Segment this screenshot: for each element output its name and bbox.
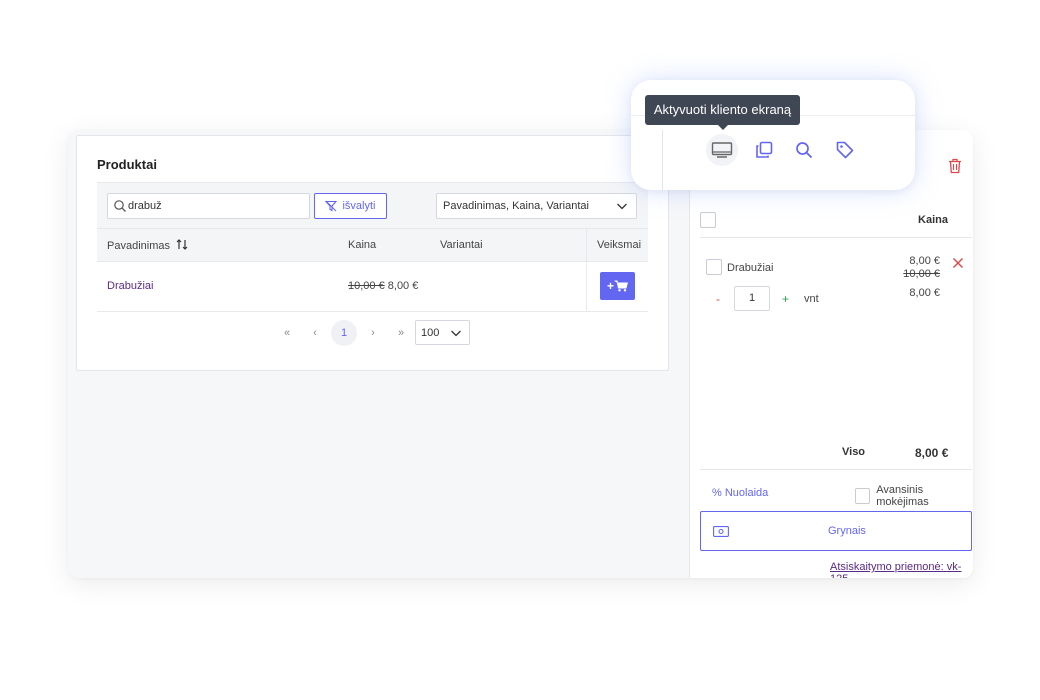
- chevron-down-icon: [617, 203, 627, 210]
- total-value: 8,00 €: [915, 446, 949, 460]
- product-price: 10,00 € 8,00 €: [348, 280, 418, 292]
- page-prev-button[interactable]: ‹: [301, 327, 329, 339]
- customer-display-button[interactable]: [706, 134, 738, 166]
- products-table: Pavadinimas Kaina Variantai Veiksmai Dra…: [97, 228, 648, 312]
- products-toolbar: išvalyti Pavadinimas, Kaina, Variantai: [97, 182, 648, 228]
- add-to-cart-button[interactable]: +: [600, 272, 635, 300]
- product-current-price: 8,00 €: [387, 280, 419, 292]
- product-name-link[interactable]: Drabužiai: [107, 280, 153, 292]
- qty-increase-button[interactable]: +: [782, 292, 789, 306]
- columns-select-value: Pavadinimas, Kaina, Variantai: [443, 200, 589, 212]
- search-icon: [796, 142, 813, 159]
- cart-header: Kaina: [700, 210, 972, 238]
- divider: [700, 469, 972, 470]
- clear-filter-label: išvalyti: [342, 200, 376, 212]
- cart-icon: [614, 280, 628, 292]
- product-old-price: 10,00 €: [348, 280, 385, 292]
- columns-select[interactable]: Pavadinimas, Kaina, Variantai: [436, 193, 637, 219]
- cash-icon: [713, 526, 729, 537]
- cart-price-header: Kaina: [918, 214, 948, 226]
- tag-button[interactable]: [829, 134, 861, 166]
- search-button[interactable]: [788, 134, 820, 166]
- chevron-down-icon: [451, 330, 461, 337]
- page-current-button[interactable]: 1: [331, 320, 357, 346]
- qty-unit: vnt: [804, 293, 819, 305]
- search-icon: [114, 200, 126, 212]
- tooltip: Aktyvuoti kliento ekraną: [645, 95, 800, 130]
- discount-button[interactable]: % Nuolaida: [712, 487, 768, 499]
- advance-payment-toggle[interactable]: Avansinis mokėjimas: [855, 484, 973, 508]
- search-box[interactable]: [107, 193, 310, 219]
- page-last-button[interactable]: »: [387, 327, 415, 339]
- copy-button[interactable]: [748, 134, 780, 166]
- col-header-variants: Variantai: [440, 239, 483, 251]
- cart-panel: Kaina Drabužiai 8,00 € 10,00 € - 1 + vnt…: [689, 130, 973, 578]
- page-first-button[interactable]: «: [273, 327, 301, 339]
- total-label: Viso: [842, 446, 866, 458]
- close-icon[interactable]: [952, 257, 964, 269]
- item-checkbox[interactable]: [706, 259, 722, 275]
- search-input[interactable]: [128, 196, 304, 216]
- cart-line-item: Drabužiai 8,00 € 10,00 € - 1 + vnt 8,00 …: [700, 255, 972, 315]
- col-header-name[interactable]: Pavadinimas: [107, 239, 188, 252]
- qty-decrease-button[interactable]: -: [716, 292, 720, 306]
- pos-app: Produktai išvalyti Pavadinimas, Kaina, V…: [68, 130, 973, 578]
- page-next-button[interactable]: ›: [359, 327, 387, 339]
- payment-terminal-link[interactable]: Atsiskaitymo priemonė: vk-125: [830, 561, 973, 578]
- actions-cell: +: [586, 262, 648, 311]
- add-label: +: [606, 279, 614, 293]
- cash-payment-button[interactable]: Grynais: [700, 511, 972, 551]
- monitor-icon: [711, 142, 733, 158]
- clear-filter-button[interactable]: išvalyti: [314, 193, 387, 219]
- sort-icon[interactable]: [176, 239, 188, 250]
- item-old-price: 10,00 €: [903, 268, 940, 280]
- trash-icon[interactable]: [948, 158, 962, 174]
- col-header-actions-cell: Veiksmai: [586, 229, 648, 261]
- pagination: « ‹ 1 › »: [273, 320, 415, 346]
- advance-payment-checkbox[interactable]: [855, 488, 871, 504]
- table-row: Drabužiai 10,00 € 8,00 € +: [97, 262, 648, 312]
- advance-payment-label: Avansinis mokėjimas: [876, 484, 929, 508]
- select-all-checkbox[interactable]: [700, 212, 716, 228]
- table-header: Pavadinimas Kaina Variantai Veiksmai: [97, 228, 648, 262]
- copy-icon: [756, 141, 773, 158]
- per-page-value: 100: [421, 327, 440, 339]
- divider: [662, 130, 663, 190]
- item-price: 8,00 €: [909, 255, 940, 267]
- products-card: Produktai išvalyti Pavadinimas, Kaina, V…: [76, 135, 669, 371]
- cash-label: Grynais: [828, 525, 866, 537]
- products-title: Produktai: [97, 157, 157, 172]
- per-page-select[interactable]: 100: [415, 320, 470, 345]
- col-header-price: Kaina: [348, 239, 377, 251]
- col-header-actions: Veiksmai: [597, 239, 642, 251]
- qty-input[interactable]: 1: [734, 286, 770, 311]
- item-total: 8,00 €: [909, 287, 940, 299]
- filter-clear-icon: [325, 200, 338, 212]
- item-name: Drabužiai: [727, 262, 774, 274]
- tag-icon: [836, 141, 854, 159]
